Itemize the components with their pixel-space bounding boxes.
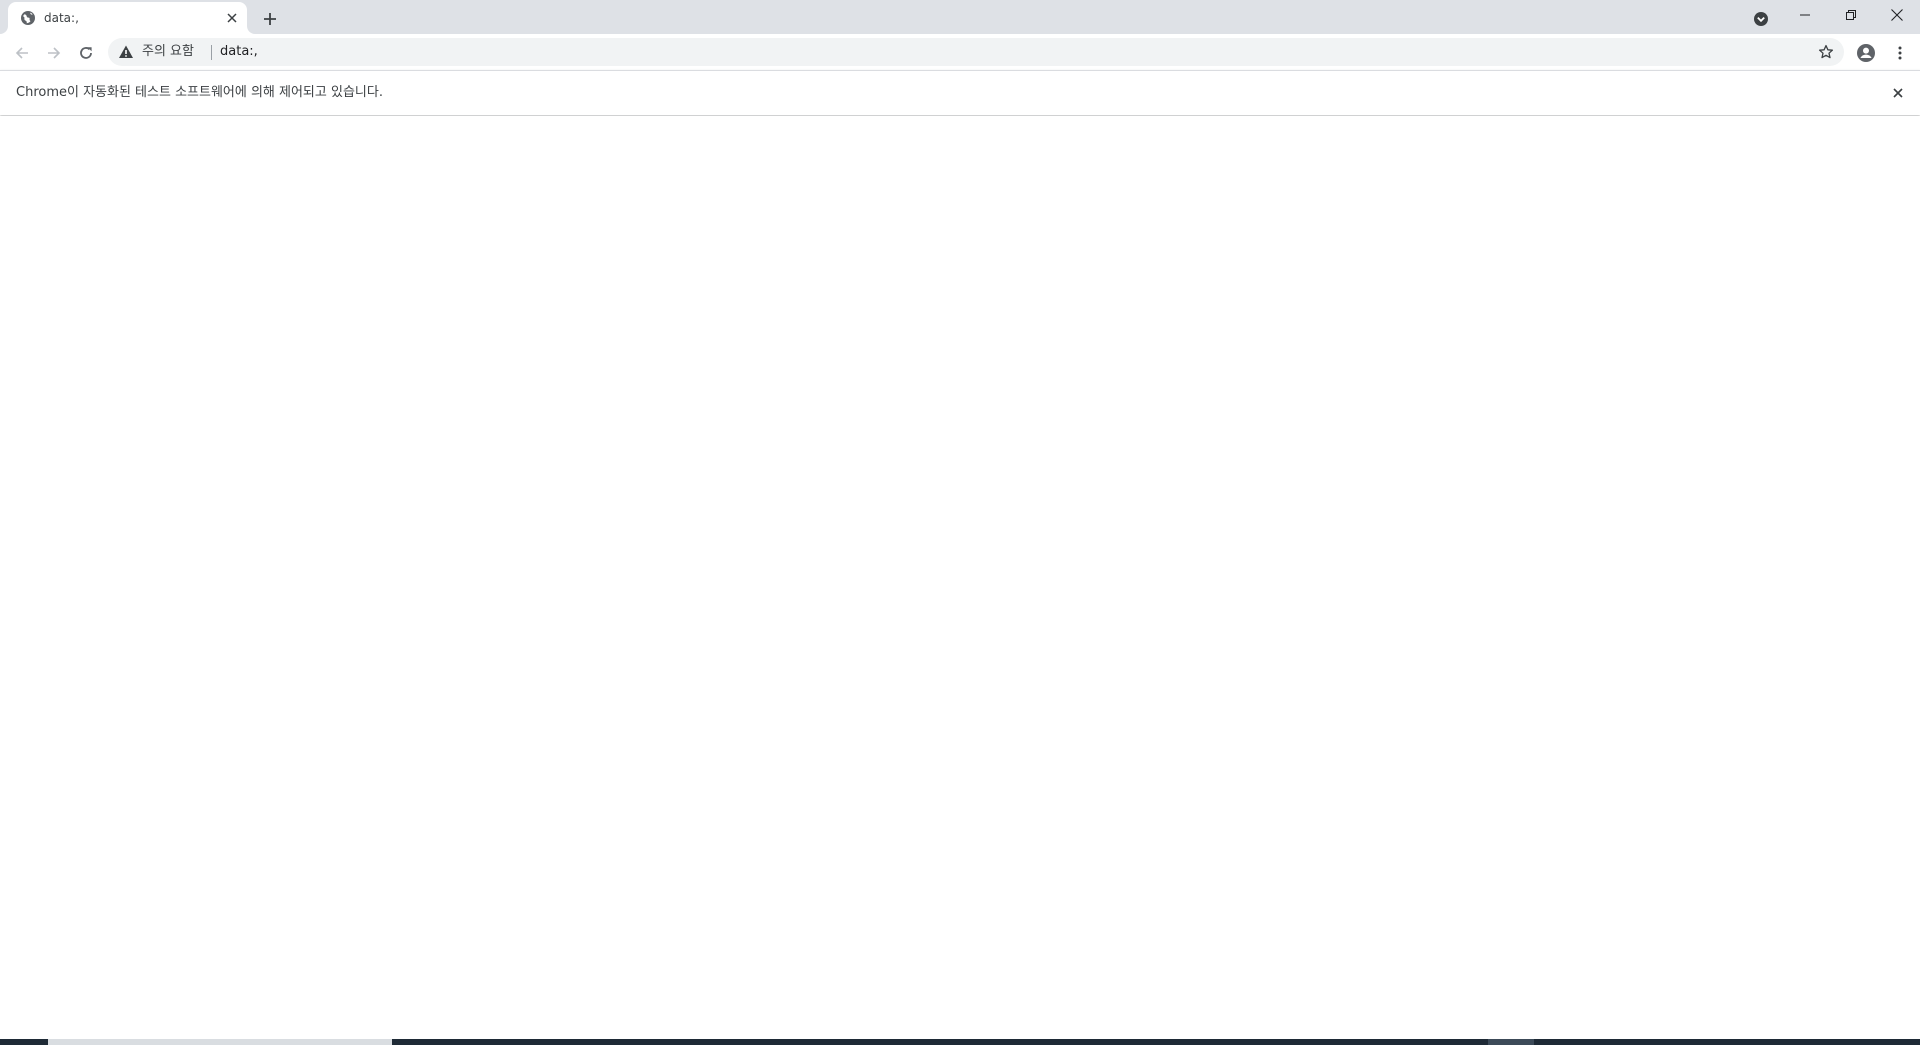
profile-button[interactable] <box>1852 39 1880 67</box>
address-bar[interactable]: 주의 요함 data:, <box>108 38 1844 66</box>
close-window-button[interactable] <box>1874 0 1920 30</box>
reload-icon <box>78 45 94 61</box>
automation-infobar: Chrome이 자동화된 테스트 소프트웨어에 의해 제어되고 있습니다. <box>0 70 1920 115</box>
plus-icon <box>263 12 277 26</box>
back-arrow-icon <box>14 45 30 61</box>
taskbar-segment <box>1488 1039 1534 1045</box>
security-label[interactable]: 주의 요함 <box>142 44 194 60</box>
forward-arrow-icon <box>46 45 62 61</box>
restore-icon <box>1846 10 1856 20</box>
tab-search-icon <box>1753 11 1769 27</box>
minimize-icon <box>1800 10 1810 20</box>
reload-button[interactable] <box>72 39 100 67</box>
tab-close-icon[interactable] <box>223 9 241 27</box>
close-icon <box>1891 9 1903 21</box>
menu-button[interactable] <box>1886 39 1914 67</box>
star-icon[interactable] <box>1816 42 1836 62</box>
back-button[interactable] <box>8 39 36 67</box>
minimize-button[interactable] <box>1782 0 1828 30</box>
tab-strip: data:, <box>0 0 1920 34</box>
tab-title: data:, <box>44 11 79 25</box>
omnibox-divider <box>211 45 212 60</box>
infobar-close-icon[interactable] <box>1888 83 1908 103</box>
taskbar-segment <box>48 1039 392 1045</box>
restore-button[interactable] <box>1828 0 1874 30</box>
kebab-menu-icon <box>1898 45 1902 61</box>
globe-icon <box>20 10 36 26</box>
toolbar: 주의 요함 data:, <box>0 34 1920 70</box>
page-content <box>0 116 1920 1039</box>
tab-active[interactable]: data:, <box>8 2 247 34</box>
forward-button[interactable] <box>40 39 68 67</box>
tab-search-button[interactable] <box>1738 4 1784 34</box>
new-tab-button[interactable] <box>256 5 284 33</box>
profile-icon <box>1856 43 1876 63</box>
warning-icon[interactable] <box>118 44 134 60</box>
infobar-message: Chrome이 자동화된 테스트 소프트웨어에 의해 제어되고 있습니다. <box>16 85 383 100</box>
taskbar-strip <box>0 1039 1920 1045</box>
url-text[interactable]: data:, <box>220 44 258 60</box>
